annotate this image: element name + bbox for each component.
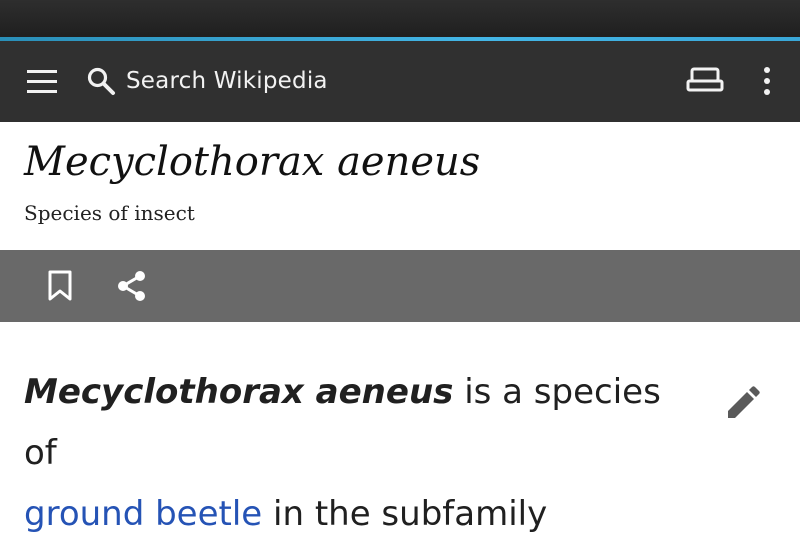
search-input[interactable]: Search Wikipedia xyxy=(86,61,506,101)
page-title: Mecyclothorax aeneus xyxy=(24,139,481,185)
article-action-bar xyxy=(0,250,800,322)
search-icon xyxy=(87,67,115,95)
lead-bold-term: Mecyclothorax aeneus xyxy=(24,372,454,412)
reading-list-icon xyxy=(686,67,724,92)
reading-list-button[interactable] xyxy=(686,65,724,97)
ground-beetle-link[interactable]: ground beetle xyxy=(24,494,262,534)
search-placeholder: Search Wikipedia xyxy=(126,68,328,94)
pencil-icon xyxy=(728,386,760,418)
edit-section-button[interactable] xyxy=(722,384,762,424)
save-bookmark-button[interactable] xyxy=(46,269,74,303)
share-button[interactable] xyxy=(114,268,150,304)
system-status-bar xyxy=(0,0,800,38)
bookmark-icon xyxy=(48,270,72,301)
article-content: Mecyclothorax aeneus is a species of gro… xyxy=(0,322,800,534)
menu-button[interactable] xyxy=(24,64,60,100)
share-icon xyxy=(118,271,145,301)
article-header: Mecyclothorax aeneus Species of insect xyxy=(0,122,800,250)
page-subtitle: Species of insect xyxy=(24,201,195,225)
hamburger-menu-icon xyxy=(27,70,57,93)
more-vert-icon xyxy=(764,67,770,95)
top-toolbar: Search Wikipedia xyxy=(0,41,800,122)
lead-text-2: in the subfamily xyxy=(262,494,548,534)
overflow-menu-button[interactable] xyxy=(756,65,778,99)
lead-paragraph: Mecyclothorax aeneus is a species of gro… xyxy=(24,362,684,545)
